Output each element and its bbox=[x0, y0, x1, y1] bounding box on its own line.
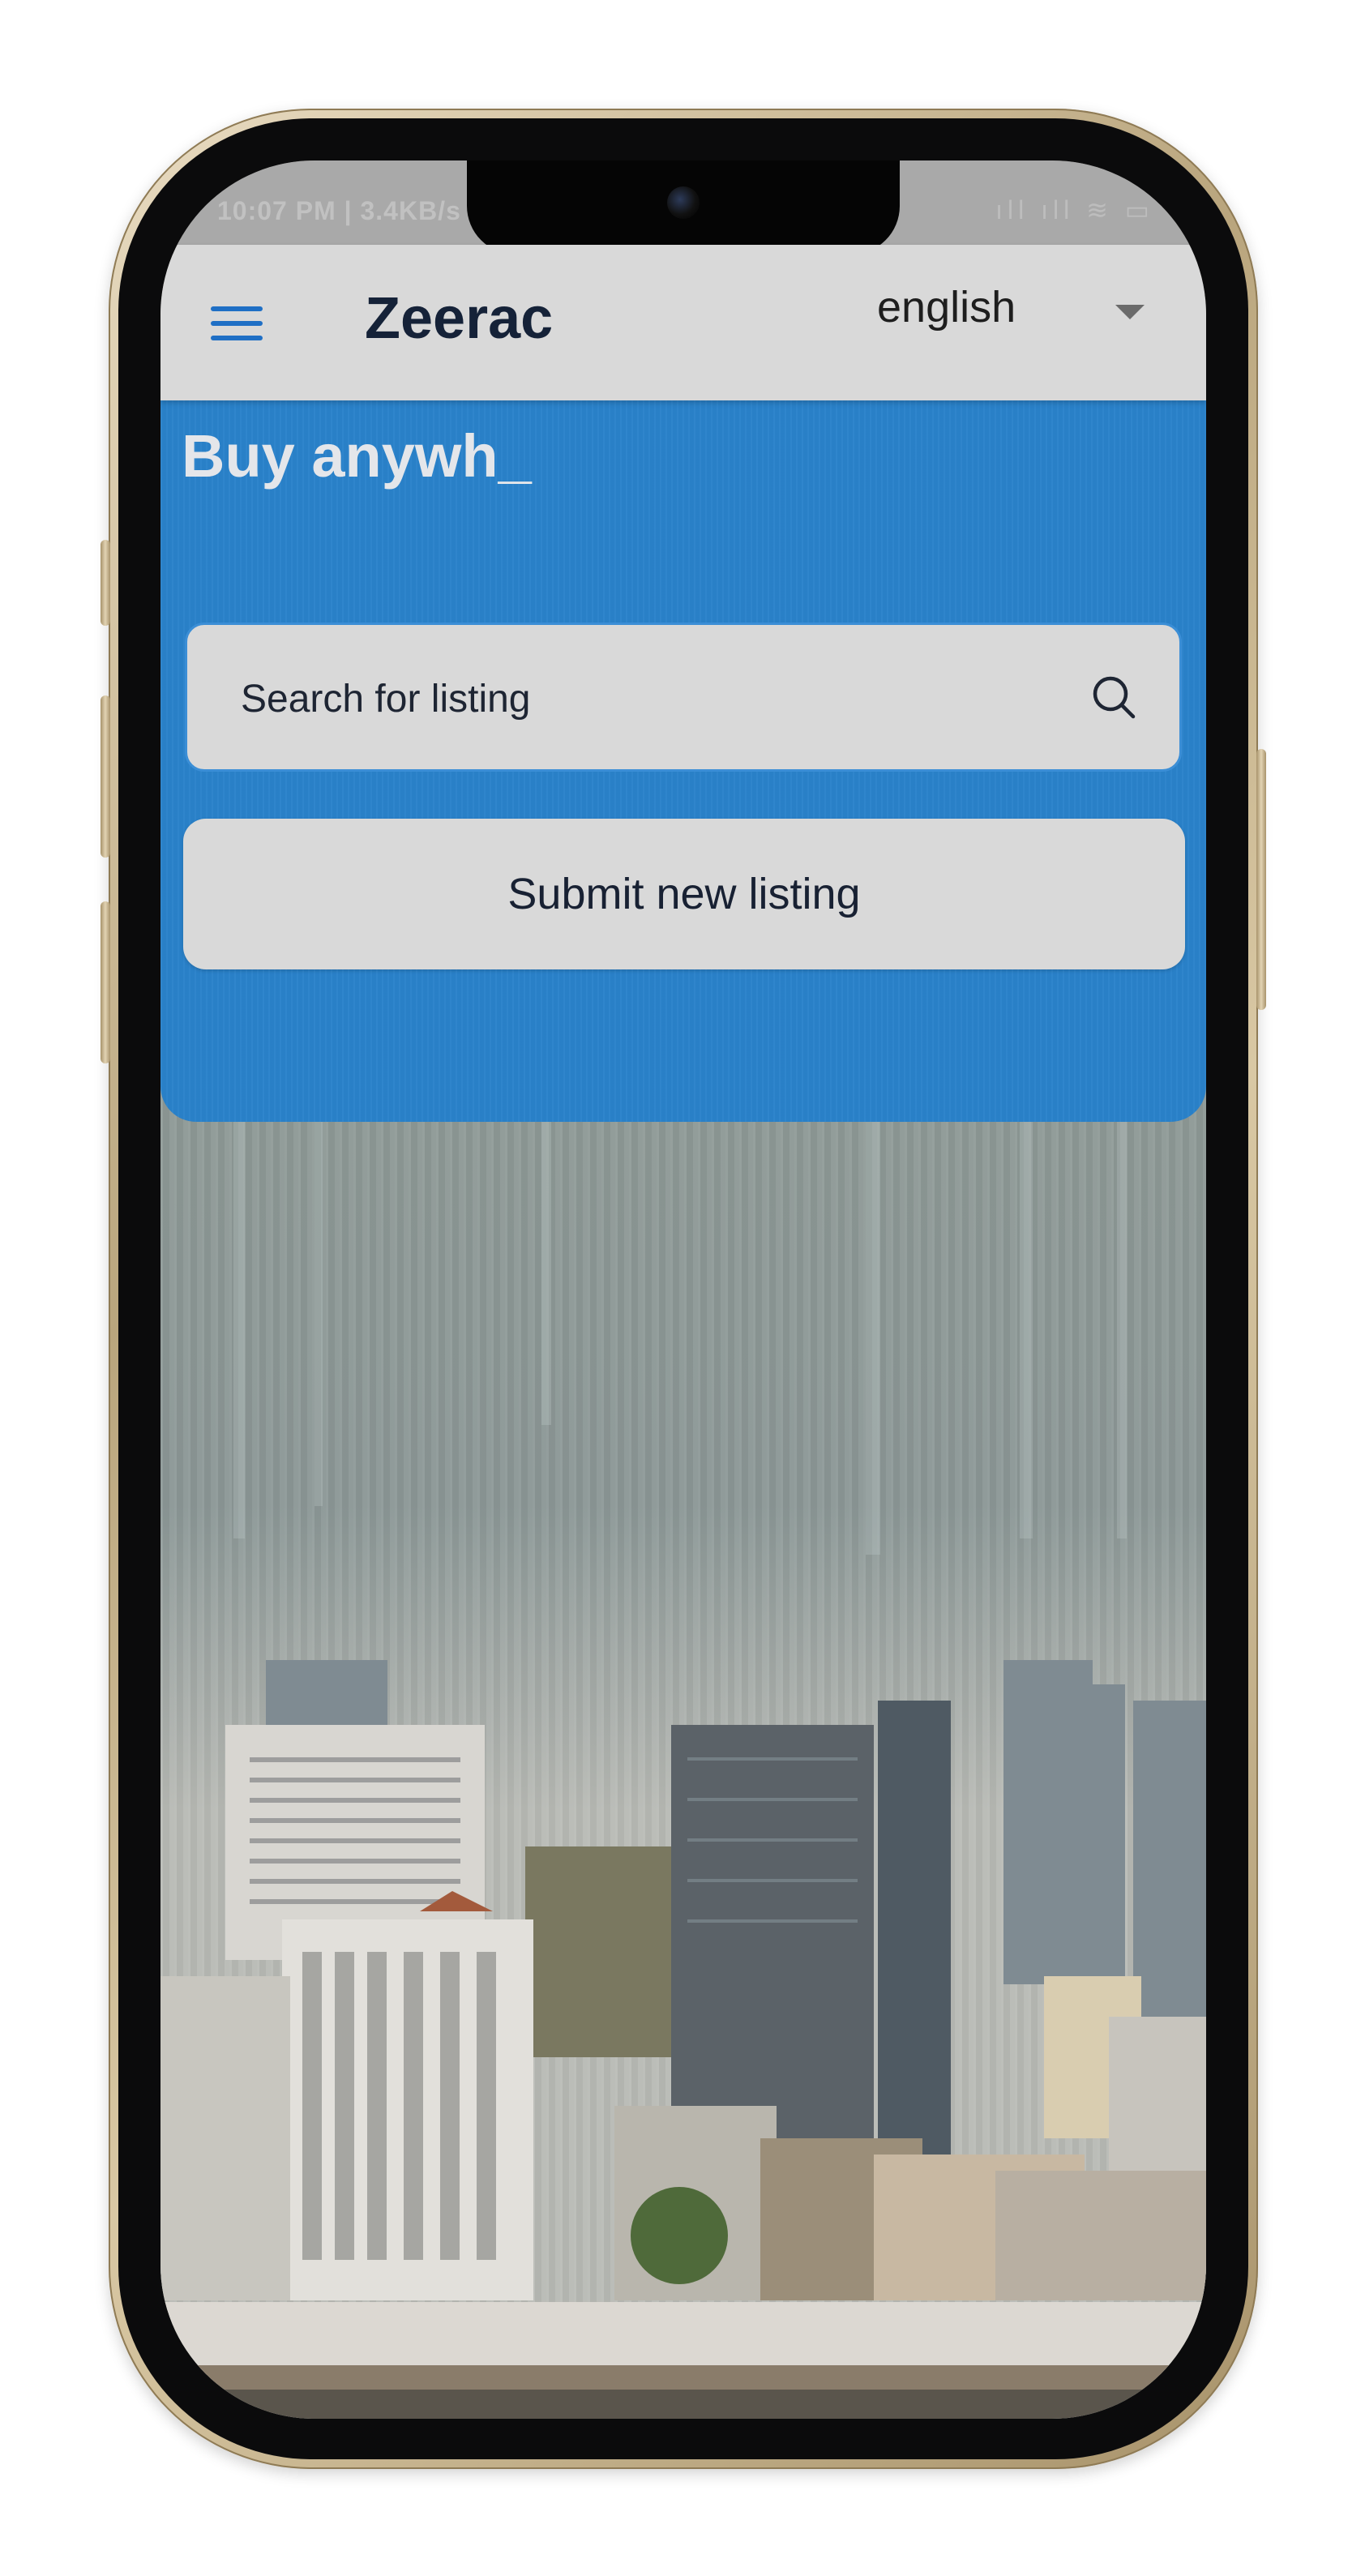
search-box bbox=[185, 623, 1182, 772]
hamburger-menu-icon[interactable] bbox=[211, 303, 263, 344]
brand-title: Zeerac bbox=[365, 286, 554, 351]
status-time: 10:07 PM | 3.4KB/s bbox=[217, 196, 461, 225]
notch bbox=[467, 160, 900, 255]
submit-new-listing-button[interactable]: Submit new listing bbox=[183, 819, 1185, 969]
power-button bbox=[1256, 749, 1266, 1010]
hero-heading: Buy anywh_ bbox=[182, 422, 532, 490]
volume-down-button bbox=[101, 901, 110, 1063]
app-header: Zeerac english bbox=[160, 245, 1206, 400]
screen: 10:07 PM | 3.4KB/s ıll ıll ≋ ▭ Zeerac en… bbox=[160, 160, 1206, 2419]
search-icon[interactable] bbox=[1090, 674, 1137, 721]
volume-up-button bbox=[101, 695, 110, 858]
language-select[interactable]: english bbox=[849, 276, 1157, 353]
search-input[interactable] bbox=[239, 661, 1053, 737]
language-selected-value: english bbox=[877, 283, 1016, 332]
chevron-down-icon bbox=[1115, 305, 1145, 319]
status-icons: ıll ıll ≋ ▭ bbox=[995, 195, 1154, 225]
hero-panel: Buy anywh_ Submit new listing bbox=[160, 400, 1206, 1122]
mute-switch bbox=[101, 540, 110, 626]
front-camera bbox=[667, 186, 700, 219]
